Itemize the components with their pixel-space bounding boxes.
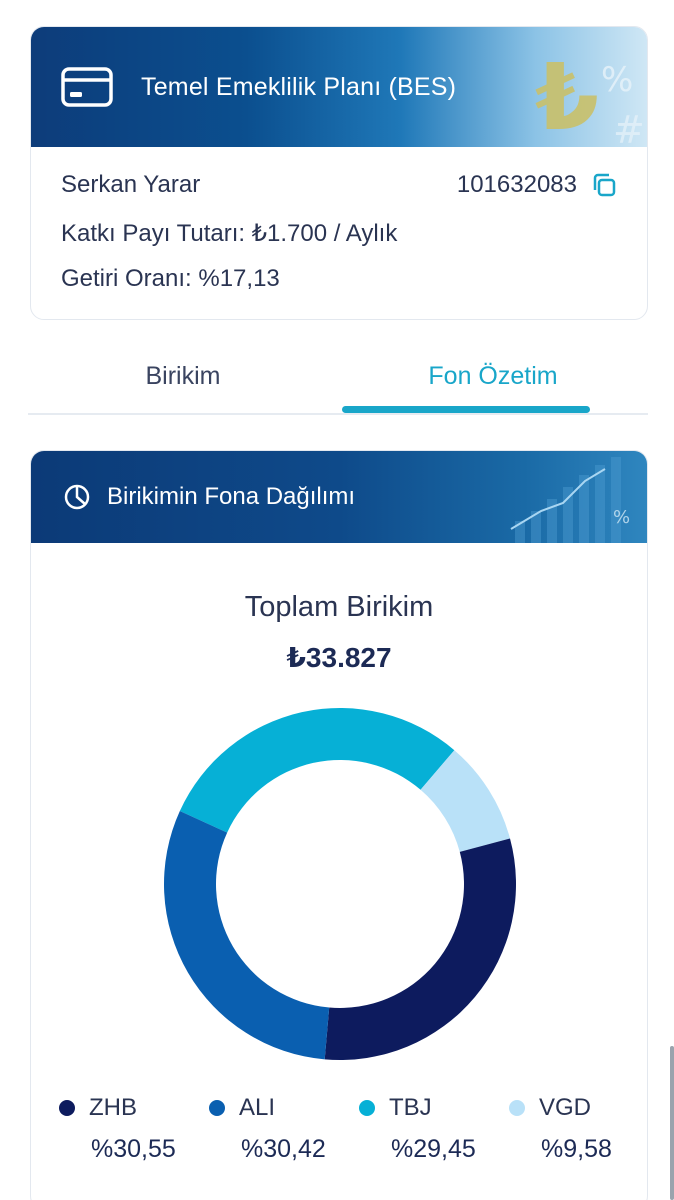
legend-fund-code: ZHB <box>89 1094 137 1121</box>
chart-legend: ZHB %30,55 ALI %30,42 TBJ %29,45 VGD %9,58 <box>31 1091 647 1164</box>
plan-card: Temel Emeklilik Planı (BES) ₺ % # % Serk… <box>30 26 648 320</box>
donut-slice-tbj[interactable] <box>179 708 455 833</box>
active-tab-indicator <box>342 406 590 413</box>
contract-number-group: 101632083 <box>457 171 617 199</box>
tab-birikim[interactable]: Birikim <box>28 345 338 407</box>
svg-text:₺: ₺ <box>535 44 599 147</box>
legend-fund-code: VGD <box>539 1094 592 1121</box>
copy-icon[interactable] <box>591 172 617 198</box>
credit-card-icon <box>61 67 113 107</box>
total-savings-label: Toplam Birikim <box>244 591 434 623</box>
legend-fund-percent: %30,55 <box>91 1135 176 1163</box>
distribution-title: Birikimin Fona Dağılımı <box>107 483 356 510</box>
scrollbar[interactable] <box>670 1046 674 1200</box>
plan-header: Temel Emeklilik Planı (BES) ₺ % # % <box>31 27 647 147</box>
svg-text:%: % <box>613 507 630 528</box>
holder-name: Serkan Yarar <box>61 171 201 198</box>
fund-distribution-donut-chart <box>164 708 516 1060</box>
legend-fund-code: ALI <box>239 1094 276 1121</box>
legend-label-row: ZHB <box>59 1091 181 1125</box>
plan-title: Temel Emeklilik Planı (BES) <box>141 72 457 101</box>
legend-fund-percent: %30,42 <box>241 1135 326 1163</box>
return-rate: Getiri Oranı: %17,13 <box>61 265 280 292</box>
legend-dot <box>59 1100 75 1116</box>
lira-decoration-icon: ₺ % # % <box>535 44 645 147</box>
distribution-header: Birikimin Fona Dağılımı % <box>31 451 647 543</box>
legend-fund-code: TBJ <box>389 1094 432 1121</box>
legend-dot <box>209 1100 225 1116</box>
tab-fon-ozetim[interactable]: Fon Özetim <box>338 345 648 407</box>
contract-number: 101632083 <box>456 171 577 198</box>
growth-chart-decoration-icon: % <box>510 457 630 543</box>
donut-slice-ali[interactable] <box>164 811 330 1060</box>
legend-item-vgd: VGD %9,58 <box>481 1091 631 1164</box>
legend-dot <box>509 1100 525 1116</box>
legend-label-row: VGD <box>509 1091 631 1125</box>
tab-bar: Birikim Fon Özetim <box>28 345 648 415</box>
legend-item-tbj: TBJ %29,45 <box>331 1091 481 1164</box>
legend-label-row: ALI <box>209 1091 331 1125</box>
legend-item-ali: ALI %30,42 <box>181 1091 331 1164</box>
donut-slice-zhb[interactable] <box>324 838 516 1060</box>
plan-details: Serkan Yarar 101632083 Katkı Payı Tutarı… <box>31 147 647 295</box>
contribution-amount: Katkı Payı Tutarı: ₺1.700 / Aylık <box>61 219 398 247</box>
legend-dot <box>359 1100 375 1116</box>
svg-text:%: % <box>601 60 633 100</box>
legend-fund-percent: %29,45 <box>391 1135 476 1163</box>
pie-chart-icon <box>64 484 90 510</box>
legend-fund-percent: %9,58 <box>541 1135 612 1163</box>
legend-label-row: TBJ <box>359 1091 481 1125</box>
svg-text:#: # <box>613 108 645 147</box>
total-savings-value: ₺33.827 <box>286 642 392 673</box>
fund-distribution-card: Birikimin Fona Dağılımı % Toplam Birikim… <box>30 450 648 1200</box>
legend-item-zhb: ZHB %30,55 <box>31 1091 181 1164</box>
